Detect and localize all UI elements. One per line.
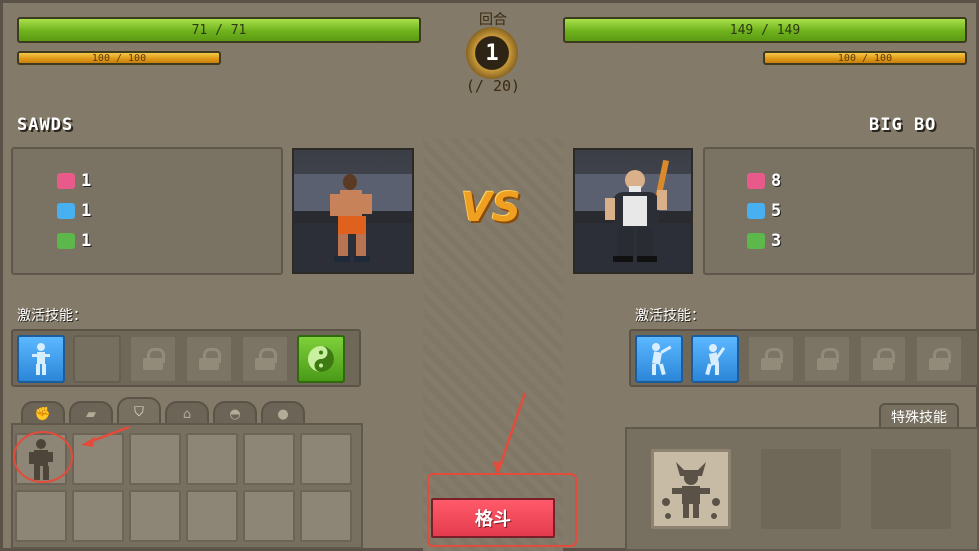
player-stat-agility: 1 [57, 201, 91, 221]
opponent-skill-punch[interactable] [635, 335, 683, 383]
opponent-skill-bat-swing[interactable] [691, 335, 739, 383]
player-stat-value: 1 [81, 171, 92, 191]
inventory-slot[interactable] [129, 433, 181, 485]
agility-icon [747, 203, 765, 219]
round-badge: 1 [466, 27, 518, 79]
special-skill-slot[interactable] [871, 449, 951, 529]
player-hp-bar: 71 / 71 [17, 17, 421, 43]
special-skills-panel [625, 427, 979, 551]
vs-label: VS [461, 185, 521, 231]
round-current: 1 [485, 40, 499, 66]
yin-yang-icon [308, 346, 334, 372]
player-mp-bar: 100 / 100 [17, 51, 221, 65]
player-stat-value: 1 [81, 231, 92, 251]
shorts-icon: ⛉ [134, 404, 144, 420]
inventory-slot[interactable] [186, 490, 238, 542]
opponent-stats-panel: 8 5 3 [703, 147, 975, 275]
weight-icon [57, 173, 75, 189]
player-stats-panel: 1 1 1 [11, 147, 283, 275]
lock-icon [817, 348, 839, 370]
player-skill-empty-slot[interactable] [73, 335, 121, 383]
inventory-slot[interactable] [72, 490, 124, 542]
tab-mask[interactable]: ◓ [213, 401, 257, 425]
opponent-skills-label: 激活技能： [635, 308, 705, 324]
opponent-skill-locked-slot [803, 335, 851, 383]
player-fighter-sprite [330, 174, 372, 262]
bat-swing-icon [705, 344, 726, 376]
inventory-slot[interactable] [186, 433, 238, 485]
lock-icon [255, 348, 277, 370]
player-skill-locked-slot [129, 335, 177, 383]
tab-ball[interactable]: ● [261, 401, 305, 425]
player-skill-row [11, 329, 361, 387]
player-stat-value: 1 [81, 201, 92, 221]
opponent-skill-locked-slot [915, 335, 963, 383]
inventory-slot[interactable] [15, 490, 67, 542]
punch-icon [652, 343, 672, 376]
inventory-slot[interactable] [243, 490, 295, 542]
opponent-mp-bar: 100 / 100 [763, 51, 967, 65]
inventory-slot[interactable] [129, 490, 181, 542]
special-skill-slot[interactable] [651, 449, 731, 529]
money-icon [747, 233, 765, 249]
player-skill-locked-slot [241, 335, 289, 383]
inventory-slot[interactable] [300, 490, 352, 542]
ball-icon: ● [277, 406, 289, 422]
tab-shirt[interactable]: ⌂ [165, 401, 209, 425]
weight-icon [747, 173, 765, 189]
tab-gloves[interactable]: ✊ [21, 401, 65, 425]
player-stat-money: 1 [57, 231, 91, 251]
player-skill-yin-yang[interactable] [297, 335, 345, 383]
player-portrait [292, 148, 414, 274]
player-skills-label: 激活技能： [17, 308, 87, 324]
shoe-icon: ▰ [86, 406, 96, 422]
opponent-stat-agility: 5 [747, 201, 781, 221]
inventory-slot[interactable] [300, 433, 352, 485]
player-mp-text: 100 / 100 [91, 52, 147, 64]
inventory-slot[interactable] [72, 433, 124, 485]
warrior-emblem-icon [662, 462, 720, 519]
player-hp-text: 71 / 71 [191, 22, 247, 38]
opponent-stat-value: 5 [771, 201, 782, 221]
opponent-fighter-sprite [605, 159, 670, 262]
player-stat-weight: 1 [57, 171, 91, 191]
tab-shoes[interactable]: ▰ [69, 401, 113, 425]
player-skill-locked-slot [185, 335, 233, 383]
mask-icon: ◓ [229, 406, 241, 422]
lock-icon [143, 348, 165, 370]
annotation-box [427, 473, 577, 547]
round-max: (/ 20) [465, 77, 521, 95]
inventory-slot[interactable] [243, 433, 295, 485]
fighter-stance-icon [32, 343, 50, 375]
opponent-skill-locked-slot [859, 335, 907, 383]
opponent-stat-value: 8 [771, 171, 782, 191]
lock-icon [761, 348, 783, 370]
lock-icon [199, 348, 221, 370]
special-skill-slot[interactable] [761, 449, 841, 529]
lock-icon [929, 348, 951, 370]
opponent-name: BIG BO [869, 115, 937, 135]
opponent-stat-weight: 8 [747, 171, 781, 191]
opponent-stat-money: 3 [747, 231, 781, 251]
tab-shorts[interactable]: ⛉ [117, 397, 161, 425]
player-skill-fighter-stance[interactable] [17, 335, 65, 383]
opponent-hp-text: 149 / 149 [729, 22, 801, 38]
special-skills-tab: 特殊技能 [879, 403, 959, 429]
opponent-hp-bar: 149 / 149 [563, 17, 967, 43]
game-screen: 71 / 71 100 / 100 149 / 149 100 / 100 回合… [0, 0, 979, 551]
opponent-skill-locked-slot [747, 335, 795, 383]
opponent-stat-value: 3 [771, 231, 782, 251]
shirt-icon: ⌂ [182, 406, 192, 422]
glove-icon: ✊ [34, 406, 52, 422]
money-icon [57, 233, 75, 249]
lock-icon [873, 348, 895, 370]
round-label: 回合 [479, 12, 507, 28]
opponent-skill-row [629, 329, 979, 387]
agility-icon [57, 203, 75, 219]
opponent-mp-text: 100 / 100 [837, 52, 893, 64]
player-name: SAWDS [17, 115, 74, 135]
opponent-portrait [573, 148, 693, 274]
annotation-circle [13, 431, 73, 483]
